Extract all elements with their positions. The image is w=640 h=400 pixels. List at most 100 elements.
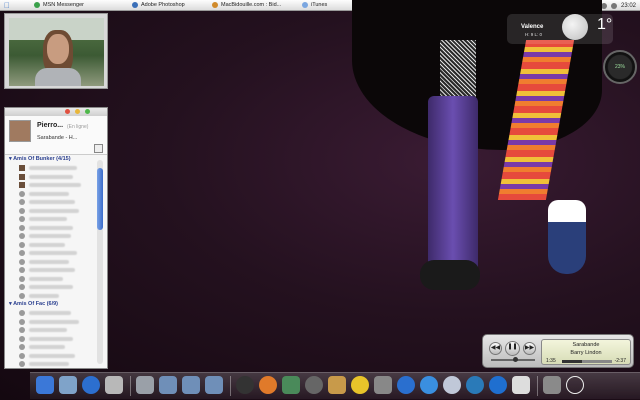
- contact-row[interactable]: [5, 241, 107, 250]
- contact-row[interactable]: [5, 343, 107, 352]
- finder-icon[interactable]: [36, 376, 54, 394]
- contact-row[interactable]: [5, 352, 107, 361]
- contact-row[interactable]: [5, 207, 107, 216]
- clock[interactable]: 23:02: [621, 3, 636, 9]
- contact-row[interactable]: [5, 360, 107, 368]
- trash-icon[interactable]: [543, 376, 561, 394]
- contact-name-blurred: [29, 200, 75, 204]
- folder-icon[interactable]: [182, 376, 200, 394]
- contact-name-blurred: [29, 336, 73, 341]
- radiation-icon[interactable]: [351, 376, 369, 394]
- contact-group-header[interactable]: ▾ Amis Of Fac (6/9): [5, 300, 107, 309]
- previous-button[interactable]: ◀◀: [489, 342, 502, 355]
- close-button[interactable]: [65, 109, 70, 114]
- image-icon[interactable]: [328, 376, 346, 394]
- contact-status-icon: [19, 361, 25, 367]
- contact-name-blurred: [29, 174, 73, 179]
- contact-status-icon: [19, 335, 25, 342]
- dock-separator: [230, 376, 231, 396]
- contact-status-icon: [19, 182, 25, 188]
- firefox-icon[interactable]: [259, 376, 277, 394]
- contact-row[interactable]: [5, 292, 107, 301]
- weather-high-low: H: 9 L: 0: [525, 32, 543, 37]
- next-button[interactable]: ▶▶: [523, 342, 536, 355]
- folder-icon[interactable]: [159, 376, 177, 394]
- dock-separator: [537, 376, 538, 396]
- contact-group-header[interactable]: ▾ Amis Of Bunker (4/15): [5, 155, 107, 164]
- status-text[interactable]: (En ligne): [67, 124, 88, 130]
- list-options-button[interactable]: [94, 144, 103, 153]
- pause-button[interactable]: ❚❚: [505, 341, 520, 356]
- task-browser[interactable]: MacBidouille.com : Bid...: [208, 1, 298, 10]
- contact-row[interactable]: [5, 249, 107, 258]
- msn-icon: [34, 2, 40, 8]
- weather-widget[interactable]: Valence H: 9 L: 0 1°: [507, 14, 613, 44]
- dock-separator: [130, 376, 131, 396]
- contact-name-blurred: [29, 242, 65, 247]
- contact-row[interactable]: [5, 181, 107, 190]
- contact-name-blurred: [29, 251, 77, 255]
- itunes-icon[interactable]: [443, 376, 461, 394]
- contact-row[interactable]: [5, 164, 107, 173]
- contact-row[interactable]: [5, 258, 107, 267]
- apple-menu-icon[interactable]: : [0, 0, 14, 11]
- scrollbar-thumb[interactable]: [97, 168, 103, 230]
- zoom-button[interactable]: [85, 109, 90, 114]
- dock: [30, 372, 640, 399]
- contact-row[interactable]: [5, 335, 107, 344]
- volume-knob[interactable]: [513, 357, 518, 362]
- system-icon[interactable]: [105, 376, 123, 394]
- app-icon[interactable]: [374, 376, 392, 394]
- contact-name-blurred: [29, 208, 79, 213]
- username[interactable]: Pierro...: [37, 122, 63, 129]
- contact-row[interactable]: [5, 318, 107, 327]
- task-photoshop[interactable]: Adobe Photoshop: [128, 1, 208, 10]
- quicktime-icon[interactable]: [489, 376, 507, 394]
- contact-row[interactable]: [5, 224, 107, 233]
- volume-icon[interactable]: [610, 2, 617, 9]
- contact-row[interactable]: [5, 266, 107, 275]
- wallpaper-boot-sole: [420, 260, 480, 290]
- contact-status-icon: [19, 250, 25, 256]
- contact-status-icon: [19, 352, 25, 359]
- itunes-display: Sarabande Barry Lindon 1:35 -2:37: [541, 339, 631, 365]
- task-label: MacBidouille.com : Bid...: [221, 2, 282, 8]
- contact-row[interactable]: [5, 198, 107, 207]
- contact-row[interactable]: [5, 190, 107, 199]
- contact-row[interactable]: [5, 232, 107, 241]
- display-icon[interactable]: [59, 376, 77, 394]
- drive-icon[interactable]: [136, 376, 154, 394]
- dvd-icon[interactable]: [305, 376, 323, 394]
- itunes-widget: ◀◀ ❚❚ ▶▶ Sarabande Barry Lindon 1:35 -2:…: [482, 334, 634, 368]
- contact-row[interactable]: [5, 215, 107, 224]
- browser-icon: [212, 2, 218, 8]
- folder-icon[interactable]: [205, 376, 223, 394]
- contact-row[interactable]: [5, 275, 107, 284]
- avatar[interactable]: [9, 120, 31, 142]
- ipod-icon[interactable]: [512, 376, 530, 394]
- task-msn[interactable]: MSN Messenger: [30, 1, 128, 10]
- messages-icon[interactable]: [420, 376, 438, 394]
- task-label: Adobe Photoshop: [141, 2, 185, 8]
- camino-icon[interactable]: [466, 376, 484, 394]
- webcam-window[interactable]: [4, 13, 108, 89]
- contact-list: ▾ Amis Of Bunker (4/15) ▾ Amis Of Fac (6/…: [5, 155, 107, 368]
- scrollbar[interactable]: [97, 160, 103, 364]
- globe-icon[interactable]: [82, 376, 100, 394]
- contact-row[interactable]: [5, 309, 107, 318]
- task-label: MSN Messenger: [43, 2, 84, 8]
- contact-row[interactable]: [5, 173, 107, 182]
- window-titlebar[interactable]: [5, 108, 107, 116]
- feather-icon[interactable]: [282, 376, 300, 394]
- cpu-gauge-widget[interactable]: 23%: [603, 50, 637, 84]
- ie-icon[interactable]: [397, 376, 415, 394]
- progress-bar[interactable]: [562, 360, 612, 363]
- volume-slider[interactable]: [491, 357, 535, 362]
- plus-icon[interactable]: [566, 376, 584, 394]
- contact-status-icon: [19, 190, 25, 197]
- contact-row[interactable]: [5, 326, 107, 335]
- contact-row[interactable]: [5, 283, 107, 292]
- dashboard-icon[interactable]: [236, 376, 254, 394]
- contact-status-icon: [19, 233, 25, 239]
- minimize-button[interactable]: [75, 109, 80, 114]
